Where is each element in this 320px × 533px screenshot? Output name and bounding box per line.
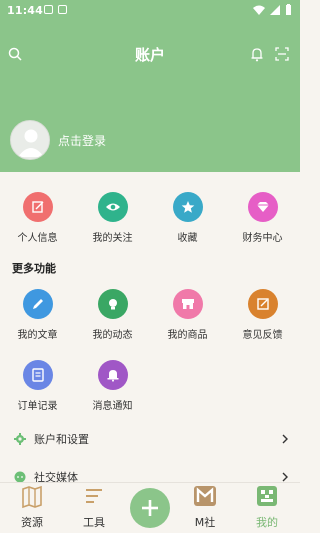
user-icon [18, 129, 44, 157]
tab-tools[interactable]: 工具 [69, 485, 119, 530]
quick-action-label: 财务中心 [242, 233, 283, 244]
feature-label: 订单记录 [17, 401, 58, 412]
feature-my-articles[interactable]: 我的文章 [0, 289, 75, 341]
feature-feedback[interactable]: 意见反馈 [225, 289, 300, 341]
tab-label: M社 [194, 516, 216, 529]
notification-icon [58, 5, 67, 14]
chevron-right-icon [282, 434, 288, 444]
pencil-icon [22, 289, 53, 319]
tab-me[interactable]: 我的 [242, 485, 292, 530]
quick-action-personal-info[interactable]: 个人信息 [0, 192, 75, 244]
feature-label: 意见反馈 [242, 330, 283, 341]
quick-action-label: 收藏 [177, 233, 198, 244]
m-icon [194, 486, 216, 506]
wifi-icon [253, 5, 265, 15]
account-header: 账户 点击登录 [0, 22, 300, 172]
more-features-row-1: 我的文章 我的动态 我的商品 意见反馈 [0, 289, 300, 341]
map-icon [22, 485, 42, 509]
shop-icon [172, 289, 203, 319]
add-button[interactable] [130, 488, 170, 528]
feature-label: 我的动态 [92, 330, 133, 341]
quick-action-label: 我的关注 [92, 233, 133, 244]
bell-icon [97, 360, 128, 390]
notification-icon [44, 5, 53, 14]
quick-action-finance[interactable]: 财务中心 [225, 192, 300, 244]
quick-action-favorites[interactable]: 收藏 [150, 192, 225, 244]
account-content: 个人信息 我的关注 收藏 财务中心 更多功能 我的文章 我的动态 我的商品 意见… [0, 172, 300, 484]
tab-resources[interactable]: 资源 [7, 485, 57, 530]
signal-icon [270, 4, 280, 15]
star-icon [172, 192, 203, 222]
quick-action-following[interactable]: 我的关注 [75, 192, 150, 244]
login-entry[interactable]: 点击登录 [10, 120, 106, 160]
diamond-icon [247, 192, 278, 222]
feature-my-activity[interactable]: 我的动态 [75, 289, 150, 341]
tab-label: 资源 [21, 516, 43, 529]
tab-label: 工具 [83, 516, 105, 529]
status-time: 11:44 [7, 4, 44, 17]
feature-my-products[interactable]: 我的商品 [150, 289, 225, 341]
menu-account-settings[interactable]: 账户和设置 [0, 424, 300, 454]
bell-icon[interactable] [250, 47, 264, 62]
edit-icon [22, 192, 53, 222]
login-label[interactable]: 点击登录 [58, 132, 106, 149]
plus-icon [142, 500, 158, 516]
tab-m-community[interactable]: M社 [180, 485, 230, 530]
more-features-row-2: 订单记录 消息通知 [0, 360, 300, 412]
feature-order-history[interactable]: 订单记录 [0, 360, 75, 412]
menu-label: 账户和设置 [34, 433, 89, 446]
status-bar: 11:44 [0, 0, 300, 22]
tools-icon [86, 489, 102, 503]
quick-action-label: 个人信息 [17, 233, 58, 244]
tab-label: 我的 [256, 516, 278, 529]
notification-icons [44, 5, 67, 14]
section-title: 更多功能 [12, 262, 56, 275]
battery-icon [286, 4, 291, 15]
feedback-icon [247, 289, 278, 319]
me-icon [257, 486, 277, 506]
feature-label: 我的商品 [167, 330, 208, 341]
avatar[interactable] [10, 120, 50, 160]
feature-label: 消息通知 [92, 401, 133, 412]
bulb-icon [97, 289, 128, 319]
scan-icon[interactable] [275, 47, 289, 61]
feature-label: 我的文章 [17, 330, 58, 341]
gear-icon [14, 433, 26, 445]
chevron-right-icon [282, 472, 288, 482]
system-icons [253, 4, 292, 15]
quick-actions: 个人信息 我的关注 收藏 财务中心 [0, 192, 300, 244]
order-icon [22, 360, 53, 390]
eye-icon [97, 192, 128, 222]
feature-notifications[interactable]: 消息通知 [75, 360, 150, 412]
